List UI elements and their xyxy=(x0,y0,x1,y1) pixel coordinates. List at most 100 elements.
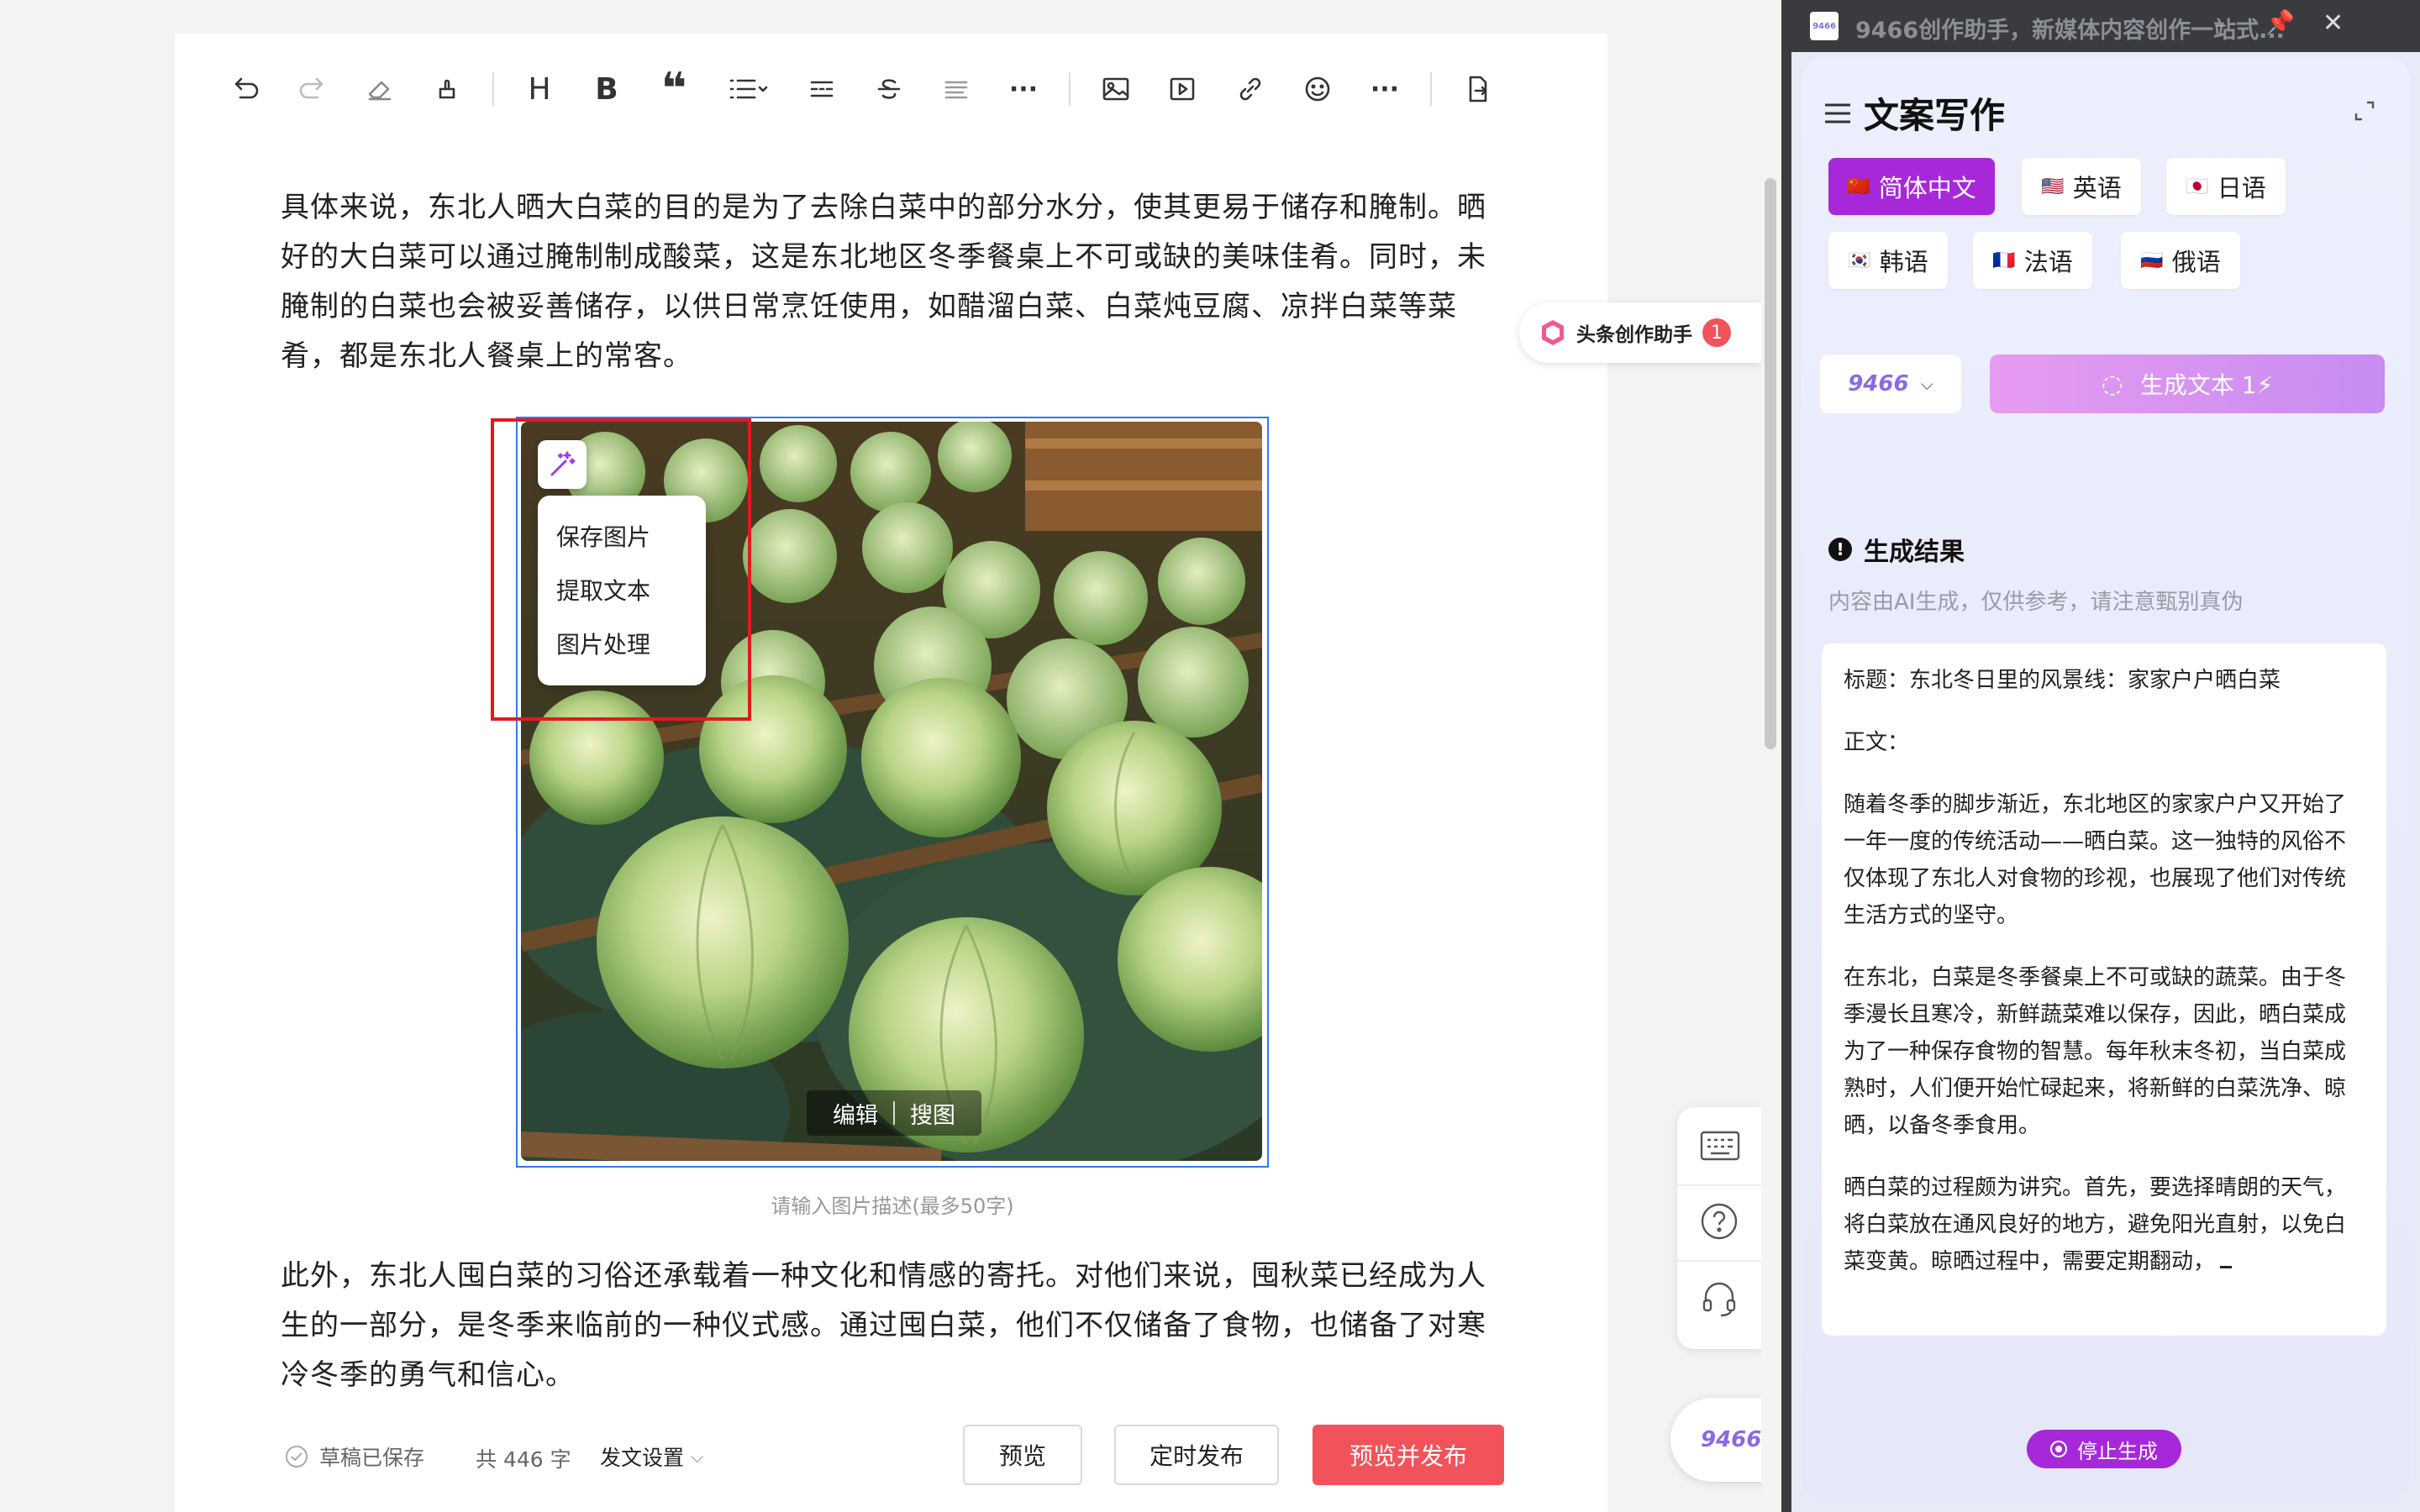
image-context-menu: 保存图片 提取文本 图片处理 xyxy=(538,496,706,685)
draft-status-label: 草稿已保存 xyxy=(319,1446,425,1470)
save-image-menu-item[interactable]: 保存图片 xyxy=(538,511,706,564)
help-icon[interactable] xyxy=(1699,1201,1739,1245)
result-paragraph-2: 在东北，白菜是冬季餐桌上不可或缺的蔬菜。由于冬季漫长且寒冷，新鲜蔬菜难以保存，因… xyxy=(1844,965,2347,1138)
lang-french[interactable]: 🇫🇷 法语 xyxy=(1973,232,2092,289)
loading-spinner-icon: ◌ xyxy=(2101,369,2123,399)
import-document-icon[interactable] xyxy=(1455,67,1499,111)
lang-label: 法语 xyxy=(2023,248,2073,276)
info-icon: ! xyxy=(1828,538,1852,561)
window-divider xyxy=(1781,0,1791,1512)
flag-jp-icon: 🇯🇵 xyxy=(2186,176,2209,197)
image-search-button[interactable]: 搜图 xyxy=(910,1097,955,1130)
editor-toolbar: H B ❝ ··· ··· xyxy=(224,64,1568,114)
image-action-bar: 编辑 搜图 xyxy=(807,1090,981,1136)
lang-label: 英语 xyxy=(2072,174,2122,202)
divider-line-icon[interactable] xyxy=(800,67,844,111)
editor-footer: 草稿已保存 共 446 字 发文设置 ⌵ 预览 定时发布 预览并发布 xyxy=(281,1425,1504,1490)
minimize-icon[interactable]: – xyxy=(2215,10,2227,38)
flag-cn-icon: 🇨🇳 xyxy=(1847,176,1870,197)
extract-text-menu-item[interactable]: 提取文本 xyxy=(538,564,706,618)
menu-icon[interactable] xyxy=(1823,101,1852,126)
side-toolbar xyxy=(1677,1107,1761,1349)
format-painter-icon[interactable] xyxy=(425,67,469,111)
lang-label: 日语 xyxy=(2217,174,2266,202)
undo-icon[interactable] xyxy=(224,67,267,111)
chevron-down-icon: ⌵ xyxy=(1920,374,1933,394)
assistant-badge-label: 头条创作助手 xyxy=(1576,324,1692,346)
result-text-box[interactable]: 标题：东北冬日里的风景线：家家户户晒白菜 正文： 随着冬季的脚步渐近，东北地区的… xyxy=(1822,643,2386,1336)
ai-disclaimer: 内容由AI生成，仅供参考，请注意甄别真伪 xyxy=(1828,590,2244,615)
indent-icon[interactable] xyxy=(934,67,978,111)
lang-russian[interactable]: 🇷🇺 俄语 xyxy=(2121,232,2240,289)
flag-fr-icon: 🇫🇷 xyxy=(1992,249,2016,271)
image-bar-divider xyxy=(893,1101,895,1125)
result-headline: 标题：东北冬日里的风景线：家家户户晒白菜 xyxy=(1844,668,2281,693)
pin-icon[interactable]: 📌 xyxy=(2265,8,2295,36)
lang-japanese[interactable]: 🇯🇵 日语 xyxy=(2166,158,2286,215)
lang-label: 俄语 xyxy=(2171,248,2221,276)
model-name: 9466 xyxy=(1848,371,1909,396)
lang-korean[interactable]: 🇰🇷 韩语 xyxy=(1828,232,1948,289)
bold-button[interactable]: B xyxy=(585,67,629,111)
check-circle-icon xyxy=(286,1446,308,1467)
lang-label: 简体中文 xyxy=(1878,174,1976,202)
body-paragraph-1[interactable]: 具体来说，东北人晒大白菜的目的是为了去除白菜中的部分水分，使其更易于储存和腌制。… xyxy=(281,183,1504,381)
stop-icon xyxy=(2050,1441,2067,1457)
generate-text-button[interactable]: ◌ 生成文本 1⚡ xyxy=(1990,354,2385,413)
app-logo-icon: 9466 xyxy=(1810,12,1839,40)
more-insert-icon[interactable]: ··· xyxy=(1363,67,1407,111)
publish-settings-dropdown[interactable]: 发文设置 ⌵ xyxy=(600,1441,703,1472)
generate-label: 生成文本 1⚡ xyxy=(2139,371,2274,399)
strikethrough-icon[interactable] xyxy=(867,67,911,111)
assistant-logo-icon xyxy=(1542,320,1564,345)
word-count: 共 446 字 xyxy=(476,1447,571,1472)
model-select[interactable]: 9466 ⌵ xyxy=(1820,354,1961,413)
result-paragraph-1: 随着冬季的脚步渐近，东北地区的家家户户又开始了一年一度的传统活动——晒白菜。这一… xyxy=(1844,792,2347,928)
image-caption-input[interactable]: 请输入图片描述(最多50字) xyxy=(516,1189,1269,1219)
result-body-label: 正文： xyxy=(1844,730,1910,755)
lang-simplified-chinese[interactable]: 🇨🇳 简体中文 xyxy=(1828,158,1995,215)
panel-header: 文案写作 xyxy=(1823,87,2005,139)
toolbar-divider xyxy=(1430,72,1432,106)
brand-float-button[interactable]: 9466 xyxy=(1670,1398,1771,1482)
image-icon[interactable] xyxy=(1094,67,1138,111)
expand-icon[interactable] xyxy=(2353,99,2376,126)
flag-us-icon: 🇺🇸 xyxy=(2041,176,2065,197)
result-paragraph-3-text: 晒白菜的过程颇为讲究。首先，要选择晴朗的天气，将白菜放在通风良好的地方，避免阳光… xyxy=(1844,1175,2347,1274)
side-tool-divider xyxy=(1677,1184,1761,1186)
panel-title-bar: 9466 9466创作助手，新媒体内容创作一站式... – 📌 ✕ xyxy=(1791,0,2420,52)
preview-button[interactable]: 预览 xyxy=(963,1425,1082,1485)
chevron-down-icon: ⌵ xyxy=(691,1446,704,1467)
notification-count: 1 xyxy=(1702,318,1731,347)
image-processing-menu-item[interactable]: 图片处理 xyxy=(538,618,706,672)
flag-kr-icon: 🇰🇷 xyxy=(1848,249,1871,271)
emoji-icon[interactable] xyxy=(1296,67,1339,111)
stop-generation-button[interactable]: 停止生成 xyxy=(2027,1430,2181,1468)
publish-settings-label: 发文设置 xyxy=(600,1446,685,1470)
customer-service-icon[interactable] xyxy=(1699,1278,1739,1322)
more-format-icon[interactable]: ··· xyxy=(1002,67,1045,111)
video-icon[interactable] xyxy=(1161,67,1205,111)
editor-scrollbar-thumb[interactable] xyxy=(1765,178,1776,749)
result-header: ! 生成结果 xyxy=(1828,531,1965,568)
draft-status: 草稿已保存 xyxy=(284,1441,424,1472)
lang-english[interactable]: 🇺🇸 英语 xyxy=(2022,158,2141,215)
list-icon[interactable] xyxy=(719,67,776,111)
preview-and-publish-button[interactable]: 预览并发布 xyxy=(1313,1425,1504,1485)
image-edit-button[interactable]: 编辑 xyxy=(833,1097,878,1130)
lang-label: 韩语 xyxy=(1879,248,1928,276)
scheduled-publish-button[interactable]: 定时发布 xyxy=(1114,1425,1279,1485)
quote-icon[interactable]: ❝ xyxy=(652,64,696,114)
redo-icon[interactable] xyxy=(291,67,334,111)
heading-button[interactable]: H xyxy=(518,67,561,111)
close-icon[interactable]: ✕ xyxy=(2323,8,2344,38)
link-icon[interactable] xyxy=(1228,67,1272,111)
eraser-icon[interactable] xyxy=(358,67,402,111)
body-paragraph-2[interactable]: 此外，东北人囤白菜的习俗还承载着一种文化和情感的寄托。对他们来说，囤秋菜已经成为… xyxy=(281,1252,1504,1400)
panel-title: 文案写作 xyxy=(1864,95,2006,136)
toolbar-divider xyxy=(1069,72,1071,106)
keyboard-icon[interactable] xyxy=(1699,1129,1741,1166)
flag-ru-icon: 🇷🇺 xyxy=(2140,249,2164,271)
magic-wand-icon[interactable] xyxy=(538,440,587,489)
toutiao-assistant-badge[interactable]: 头条创作助手 1 xyxy=(1519,302,1761,363)
